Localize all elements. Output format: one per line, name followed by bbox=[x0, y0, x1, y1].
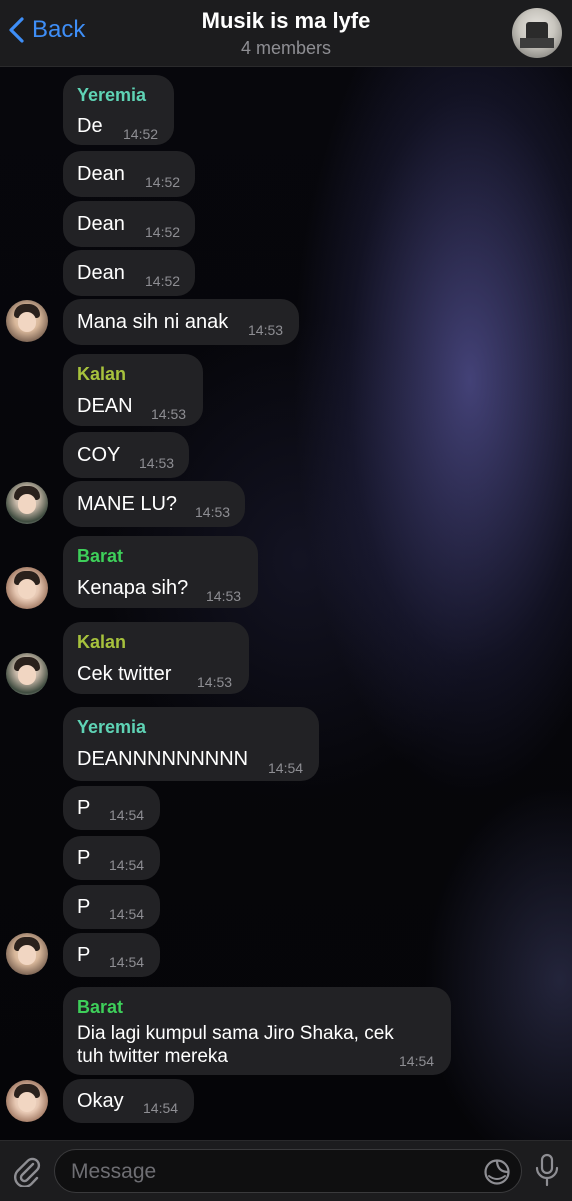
message-time: 14:54 bbox=[268, 760, 304, 776]
message-text: Cek twitter bbox=[77, 663, 172, 685]
sender-avatar[interactable] bbox=[6, 567, 48, 609]
message-text: tuh twitter mereka bbox=[77, 1046, 228, 1067]
sender-name: Yeremia bbox=[77, 85, 147, 105]
message-bubble[interactable]: MANE LU? 14:53 bbox=[63, 481, 245, 527]
message-text: DEANNNNNNNNN bbox=[77, 748, 249, 770]
message-text: DEAN bbox=[77, 395, 133, 417]
message-time: 14:52 bbox=[145, 174, 181, 190]
message-text: COY bbox=[77, 444, 121, 466]
message-input-field[interactable] bbox=[54, 1149, 522, 1193]
message-input[interactable] bbox=[69, 1156, 473, 1188]
message-time: 14:52 bbox=[123, 126, 159, 142]
member-count: 4 members bbox=[240, 38, 332, 58]
message-text: P bbox=[77, 797, 91, 819]
message-bubble[interactable]: Dean 14:52 bbox=[63, 201, 195, 247]
message-time: 14:53 bbox=[151, 406, 187, 422]
message-bubble[interactable]: P 14:54 bbox=[63, 786, 160, 830]
sender-avatar[interactable] bbox=[6, 482, 48, 524]
message-time: 14:53 bbox=[139, 455, 175, 471]
paperclip-icon[interactable] bbox=[12, 1155, 42, 1187]
message-bubble[interactable]: Dean 14:52 bbox=[63, 250, 195, 296]
message-text: Dia lagi kumpul sama Jiro Shaka, cek bbox=[77, 1023, 394, 1044]
message-bubble[interactable]: Yeremia DEANNNNNNNNN 14:54 bbox=[63, 707, 319, 781]
message-text: P bbox=[77, 896, 91, 918]
message-text: MANE LU? bbox=[77, 493, 178, 515]
message-bubble[interactable]: Kalan DEAN 14:53 bbox=[63, 354, 203, 426]
message-bubble[interactable]: Barat Dia lagi kumpul sama Jiro Shaka, c… bbox=[63, 987, 451, 1075]
message-time: 14:54 bbox=[109, 857, 145, 873]
message-time: 14:54 bbox=[109, 954, 145, 970]
message-text: P bbox=[77, 944, 91, 966]
chat-header: Back Musik is ma lyfe 4 members bbox=[0, 0, 572, 67]
message-time: 14:53 bbox=[197, 674, 233, 690]
message-bubble[interactable]: Dean 14:52 bbox=[63, 151, 195, 197]
chat-title[interactable]: Musik is ma lyfe bbox=[0, 8, 572, 34]
sender-name: Barat bbox=[77, 546, 124, 566]
message-time: 14:52 bbox=[145, 224, 181, 240]
message-bubble[interactable]: P 14:54 bbox=[63, 836, 160, 880]
message-time: 14:54 bbox=[109, 906, 145, 922]
message-text: Okay bbox=[77, 1090, 124, 1112]
message-text: Dean bbox=[77, 213, 125, 235]
sender-name: Kalan bbox=[77, 632, 127, 652]
sender-avatar[interactable] bbox=[6, 1080, 48, 1122]
sender-avatar[interactable] bbox=[6, 653, 48, 695]
message-text: Dean bbox=[77, 163, 125, 185]
message-bubble[interactable]: Okay 14:54 bbox=[63, 1079, 194, 1123]
sticker-icon[interactable] bbox=[483, 1158, 511, 1186]
message-bubble[interactable]: Mana sih ni anak 14:53 bbox=[63, 299, 299, 345]
message-bubble[interactable]: P 14:54 bbox=[63, 885, 160, 929]
message-bubble[interactable]: COY 14:53 bbox=[63, 432, 189, 478]
message-input-bar bbox=[0, 1140, 572, 1201]
microphone-icon[interactable] bbox=[534, 1153, 560, 1189]
message-time: 14:54 bbox=[399, 1053, 435, 1069]
message-bubble[interactable]: P 14:54 bbox=[63, 933, 160, 977]
message-text: De bbox=[77, 115, 103, 137]
message-text: P bbox=[77, 847, 91, 869]
sender-name: Kalan bbox=[77, 364, 127, 384]
message-time: 14:52 bbox=[145, 273, 181, 289]
sender-avatar[interactable] bbox=[6, 300, 48, 342]
message-time: 14:54 bbox=[109, 807, 145, 823]
message-bubble[interactable]: Barat Kenapa sih? 14:53 bbox=[63, 536, 258, 608]
message-time: 14:53 bbox=[248, 322, 284, 338]
message-time: 14:53 bbox=[195, 504, 231, 520]
message-time: 14:53 bbox=[206, 588, 242, 604]
message-bubble[interactable]: Yeremia De 14:52 bbox=[63, 75, 174, 145]
sender-name: Barat bbox=[77, 997, 124, 1017]
message-text: Mana sih ni anak bbox=[77, 311, 229, 333]
message-text: Kenapa sih? bbox=[77, 577, 189, 599]
message-text: Dean bbox=[77, 262, 125, 284]
group-avatar[interactable] bbox=[512, 8, 562, 58]
sender-avatar[interactable] bbox=[6, 933, 48, 975]
message-time: 14:54 bbox=[143, 1100, 179, 1116]
message-bubble[interactable]: Kalan Cek twitter 14:53 bbox=[63, 622, 249, 694]
sender-name: Yeremia bbox=[77, 717, 147, 737]
